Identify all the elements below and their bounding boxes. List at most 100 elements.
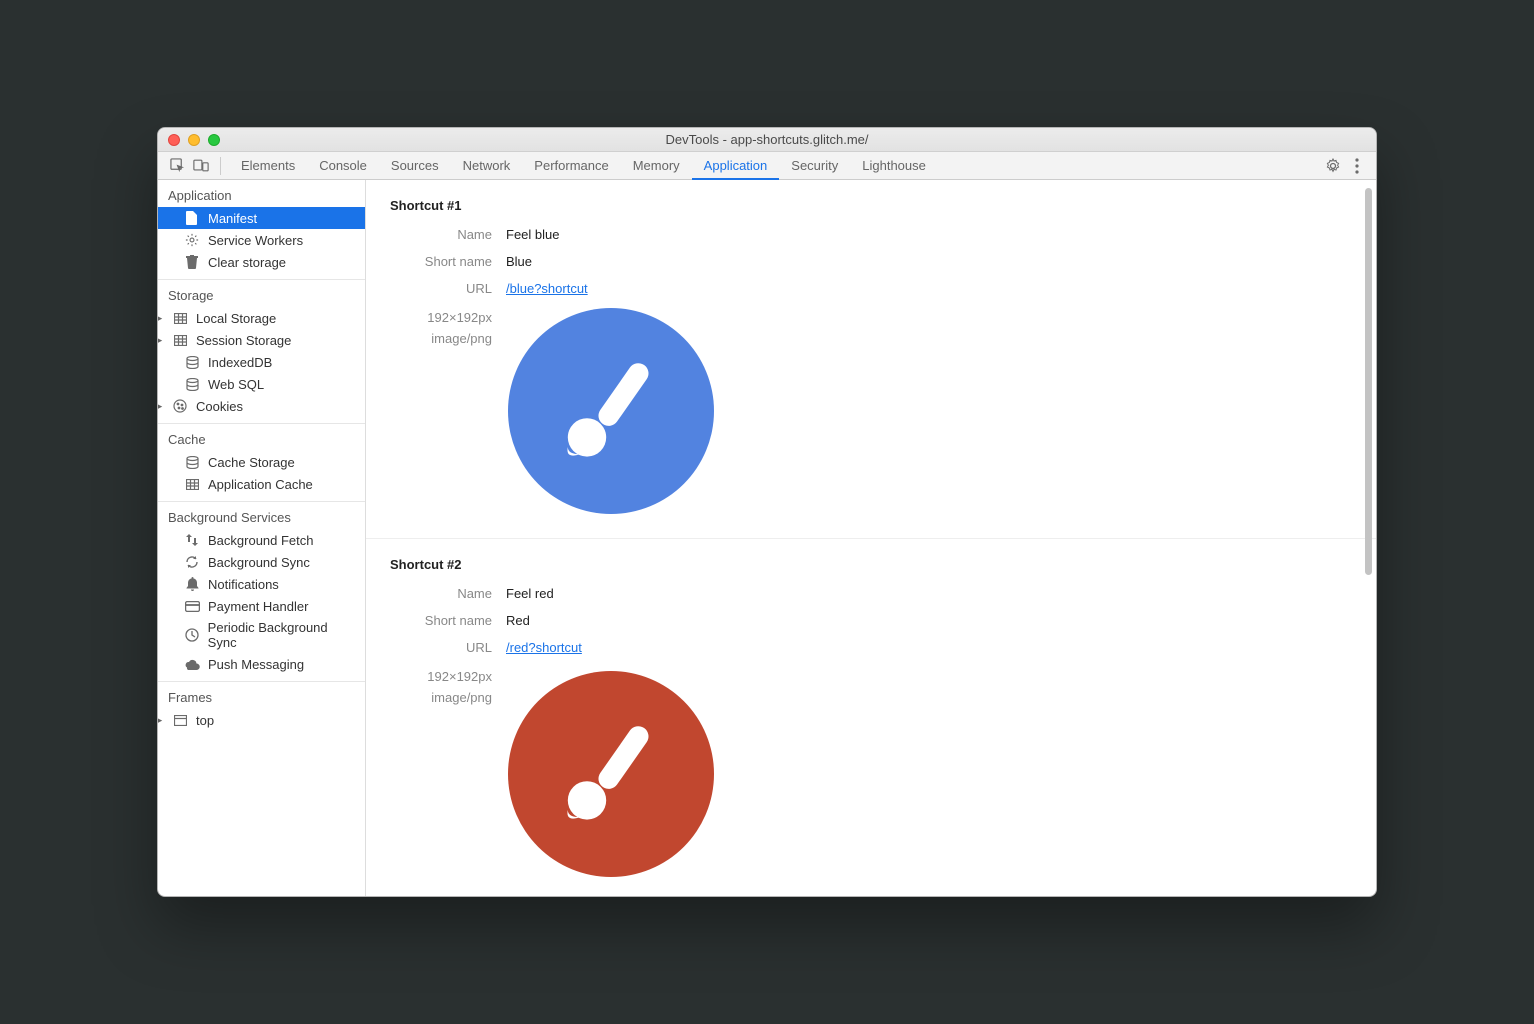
tab-performance[interactable]: Performance: [522, 152, 620, 180]
brush-icon: [551, 351, 671, 471]
chevron-right-icon: ▸: [158, 712, 164, 728]
sidebar-item-label: Push Messaging: [208, 657, 304, 672]
sidebar-item-application-cache[interactable]: Application Cache: [158, 473, 365, 495]
sidebar-item-label: Periodic Background Sync: [208, 620, 357, 650]
device-toggle-icon[interactable]: [190, 155, 212, 177]
group-background-services: Background Services: [158, 502, 365, 529]
sidebar-item-label: Local Storage: [196, 311, 276, 326]
sidebar-item-push-messaging[interactable]: Push Messaging: [158, 653, 365, 675]
sidebar-item-top-frame[interactable]: ▸ top: [158, 709, 365, 731]
shortcut-title: Shortcut #1: [390, 198, 1366, 213]
scrollbar[interactable]: [1364, 186, 1374, 890]
sync-icon: [184, 554, 200, 570]
manifest-shortcuts-panel: Shortcut #1 Name Feel blue Short name Bl…: [366, 180, 1376, 896]
tab-sources[interactable]: Sources: [379, 152, 451, 180]
gear-icon: [184, 232, 200, 248]
chevron-right-icon: ▸: [158, 310, 164, 326]
label-name: Name: [390, 586, 506, 601]
label-short-name: Short name: [390, 613, 506, 628]
group-cache: Cache: [158, 424, 365, 451]
grid-icon: [172, 332, 188, 348]
tab-network[interactable]: Network: [451, 152, 523, 180]
sidebar-item-service-workers[interactable]: Service Workers: [158, 229, 365, 251]
group-application: Application: [158, 180, 365, 207]
sidebar-item-label: Service Workers: [208, 233, 303, 248]
database-icon: [184, 354, 200, 370]
sidebar-item-websql[interactable]: Web SQL: [158, 373, 365, 395]
shortcut-block: Shortcut #2 Name Feel red Short name Red…: [366, 539, 1376, 896]
icon-mime: image/png: [390, 688, 492, 709]
sidebar-item-background-sync[interactable]: Background Sync: [158, 551, 365, 573]
sidebar-item-label: IndexedDB: [208, 355, 272, 370]
database-icon: [184, 454, 200, 470]
titlebar: DevTools - app-shortcuts.glitch.me/: [158, 128, 1376, 152]
frame-icon: [172, 712, 188, 728]
database-icon: [184, 376, 200, 392]
sidebar-item-periodic-sync[interactable]: Periodic Background Sync: [158, 617, 365, 653]
inspect-icon[interactable]: [166, 155, 188, 177]
value-url-link[interactable]: /red?shortcut: [506, 640, 582, 655]
sidebar-item-label: Session Storage: [196, 333, 291, 348]
swap-icon: [184, 532, 200, 548]
sidebar-item-label: Application Cache: [208, 477, 313, 492]
minimize-window-button[interactable]: [188, 134, 200, 146]
tabstrip: Elements Console Sources Network Perform…: [158, 152, 1376, 180]
shortcut-icon-preview: [508, 671, 714, 877]
tab-lighthouse[interactable]: Lighthouse: [850, 152, 938, 180]
card-icon: [184, 598, 200, 614]
label-url: URL: [390, 281, 506, 296]
application-sidebar: Application Manifest Service Workers Cle…: [158, 180, 366, 896]
group-frames: Frames: [158, 682, 365, 709]
label-url: URL: [390, 640, 506, 655]
tab-console[interactable]: Console: [307, 152, 379, 180]
grid-icon: [172, 310, 188, 326]
icon-size: 192×192px: [390, 308, 492, 329]
sidebar-item-label: Cookies: [196, 399, 243, 414]
shortcut-icon-preview: [508, 308, 714, 514]
sidebar-item-label: Web SQL: [208, 377, 264, 392]
close-window-button[interactable]: [168, 134, 180, 146]
traffic-lights: [168, 134, 220, 146]
more-icon[interactable]: [1346, 155, 1368, 177]
tab-memory[interactable]: Memory: [621, 152, 692, 180]
tab-application[interactable]: Application: [692, 152, 780, 180]
panel-tabs: Elements Console Sources Network Perform…: [229, 152, 938, 180]
value-name: Feel blue: [506, 227, 559, 242]
label-short-name: Short name: [390, 254, 506, 269]
sidebar-item-manifest[interactable]: Manifest: [158, 207, 365, 229]
brush-icon: [551, 714, 671, 834]
cloud-icon: [184, 656, 200, 672]
sidebar-item-indexeddb[interactable]: IndexedDB: [158, 351, 365, 373]
zoom-window-button[interactable]: [208, 134, 220, 146]
shortcut-block: Shortcut #1 Name Feel blue Short name Bl…: [366, 180, 1376, 539]
chevron-right-icon: ▸: [158, 332, 164, 348]
sidebar-item-label: Manifest: [208, 211, 257, 226]
grid-icon: [184, 476, 200, 492]
sidebar-item-label: Cache Storage: [208, 455, 295, 470]
sidebar-item-notifications[interactable]: Notifications: [158, 573, 365, 595]
sidebar-item-label: Clear storage: [208, 255, 286, 270]
sidebar-item-payment-handler[interactable]: Payment Handler: [158, 595, 365, 617]
sidebar-item-background-fetch[interactable]: Background Fetch: [158, 529, 365, 551]
sidebar-item-local-storage[interactable]: ▸ Local Storage: [158, 307, 365, 329]
shortcut-title: Shortcut #2: [390, 557, 1366, 572]
tab-security[interactable]: Security: [779, 152, 850, 180]
sidebar-item-label: Notifications: [208, 577, 279, 592]
value-short-name: Blue: [506, 254, 532, 269]
settings-icon[interactable]: [1322, 155, 1344, 177]
sidebar-item-label: Payment Handler: [208, 599, 308, 614]
group-storage: Storage: [158, 280, 365, 307]
value-url-link[interactable]: /blue?shortcut: [506, 281, 588, 296]
bell-icon: [184, 576, 200, 592]
divider: [220, 157, 221, 175]
window-title: DevTools - app-shortcuts.glitch.me/: [168, 132, 1366, 147]
sidebar-item-label: top: [196, 713, 214, 728]
sidebar-item-label: Background Sync: [208, 555, 310, 570]
tab-elements[interactable]: Elements: [229, 152, 307, 180]
sidebar-item-cache-storage[interactable]: Cache Storage: [158, 451, 365, 473]
sidebar-item-cookies[interactable]: ▸ Cookies: [158, 395, 365, 417]
sidebar-item-session-storage[interactable]: ▸ Session Storage: [158, 329, 365, 351]
value-name: Feel red: [506, 586, 554, 601]
sidebar-item-clear-storage[interactable]: Clear storage: [158, 251, 365, 273]
clock-icon: [184, 627, 200, 643]
